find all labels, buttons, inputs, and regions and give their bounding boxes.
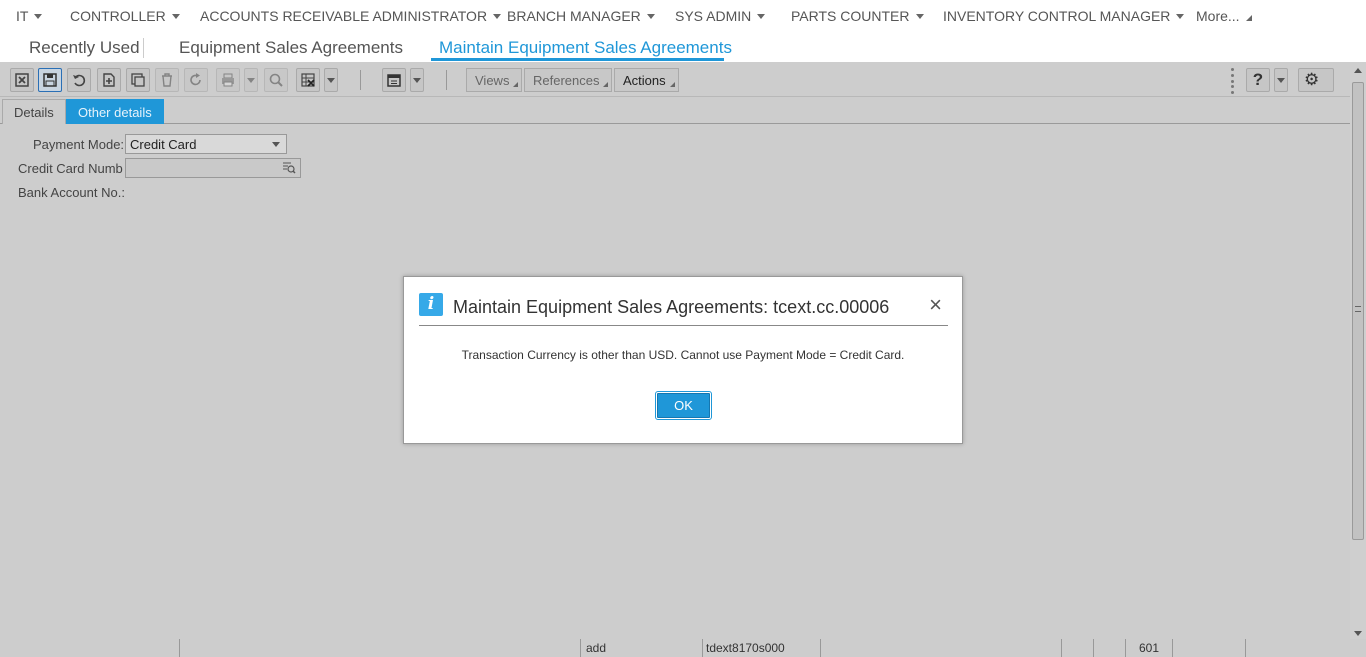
dialog-title: Maintain Equipment Sales Agreements: tce… xyxy=(453,297,890,317)
scroll-up-icon[interactable] xyxy=(1354,68,1362,73)
status-divider xyxy=(702,639,703,657)
actions-menu[interactable]: Actions xyxy=(614,68,679,92)
breadcrumb-separator xyxy=(143,38,144,58)
status-divider xyxy=(820,639,821,657)
find-icon[interactable] xyxy=(264,68,288,92)
duplicate-icon[interactable] xyxy=(126,68,150,92)
dialog-divider xyxy=(419,325,948,326)
toolbar-separator xyxy=(446,70,447,90)
toolbar: Views References Actions ? ⚙ xyxy=(0,62,1350,97)
role-label: IT xyxy=(16,8,29,24)
chevron-down-icon xyxy=(915,13,924,19)
payment-mode-label: Payment Mode: xyxy=(33,137,125,152)
delete-icon[interactable] xyxy=(155,68,179,92)
chevron-down-icon xyxy=(1176,13,1185,19)
bank-account-label: Bank Account No.: xyxy=(18,185,125,200)
settings-icon[interactable]: ⚙ xyxy=(1298,68,1334,92)
role-label: PARTS COUNTER xyxy=(791,8,910,24)
help-dropdown[interactable] xyxy=(1274,68,1288,92)
role-menu-accounts-receivable-administrator[interactable]: ACCOUNTS RECEIVABLE ADMINISTRATOR xyxy=(200,8,502,24)
role-label: CONTROLLER xyxy=(70,8,166,24)
breadcrumb-recently-used[interactable]: Recently Used xyxy=(29,38,140,58)
role-menu-controller[interactable]: CONTROLLER xyxy=(70,8,180,24)
role-menu-bar: IT CONTROLLER ACCOUNTS RECEIVABLE ADMINI… xyxy=(0,0,1366,32)
credit-card-number-label: Credit Card Numb xyxy=(18,161,123,176)
breadcrumb-maintain-equipment-sales-agreements[interactable]: Maintain Equipment Sales Agreements xyxy=(439,38,732,58)
role-label: ACCOUNTS RECEIVABLE ADMINISTRATOR xyxy=(200,8,488,24)
refresh-icon[interactable] xyxy=(184,68,208,92)
role-menu-branch-manager[interactable]: BRANCH MANAGER xyxy=(507,8,655,24)
payment-mode-select[interactable]: Credit Card xyxy=(125,134,287,154)
toolbar-overflow-handle[interactable] xyxy=(1230,68,1234,94)
status-divider xyxy=(580,639,581,657)
scroll-thumb[interactable] xyxy=(1352,82,1364,540)
active-tab-underline xyxy=(431,58,724,61)
dialog-message: Transaction Currency is other than USD. … xyxy=(461,348,905,362)
role-label: BRANCH MANAGER xyxy=(507,8,641,24)
corner-arrow-icon xyxy=(1245,15,1252,21)
undo-icon[interactable] xyxy=(67,68,91,92)
scroll-down-icon[interactable] xyxy=(1354,631,1362,636)
new-record-icon[interactable] xyxy=(97,68,121,92)
payment-mode-value: Credit Card xyxy=(130,137,197,152)
chevron-down-icon xyxy=(272,142,280,147)
role-menu-it[interactable]: IT xyxy=(16,8,43,24)
chevron-down-icon xyxy=(34,13,43,19)
chevron-down-icon xyxy=(757,13,766,19)
role-label: More... xyxy=(1196,8,1240,24)
calendar-dropdown[interactable] xyxy=(410,68,424,92)
toolbar-separator xyxy=(360,70,361,90)
gear-icon: ⚙ xyxy=(1304,70,1320,89)
status-divider xyxy=(179,639,180,657)
tab-details[interactable]: Details xyxy=(2,99,66,124)
help-icon[interactable]: ? xyxy=(1246,68,1270,92)
breadcrumb-equipment-sales-agreements[interactable]: Equipment Sales Agreements xyxy=(179,38,403,58)
status-session: tdext8170s000 xyxy=(706,641,785,655)
credit-card-number-field[interactable] xyxy=(125,158,301,178)
cancel-icon[interactable] xyxy=(10,68,34,92)
chevron-down-icon xyxy=(171,13,180,19)
vertical-scrollbar[interactable] xyxy=(1350,62,1366,640)
save-icon[interactable] xyxy=(38,68,62,92)
references-menu[interactable]: References xyxy=(524,68,613,92)
role-menu-parts-counter[interactable]: PARTS COUNTER xyxy=(791,8,924,24)
info-icon: i xyxy=(419,293,443,316)
status-code: 601 xyxy=(1139,641,1160,655)
chevron-down-icon xyxy=(646,13,655,19)
tab-other-details[interactable]: Other details xyxy=(66,99,164,124)
print-icon[interactable] xyxy=(216,68,240,92)
status-bar: add tdext8170s000 601 xyxy=(0,639,1366,657)
status-divider xyxy=(1061,639,1062,657)
status-divider xyxy=(1172,639,1173,657)
views-menu[interactable]: Views xyxy=(466,68,523,92)
role-label: SYS ADMIN xyxy=(675,8,752,24)
close-icon[interactable]: × xyxy=(929,294,942,316)
print-dropdown[interactable] xyxy=(244,68,258,92)
ok-button[interactable]: OK xyxy=(655,391,712,420)
role-menu-inventory-control-manager[interactable]: INVENTORY CONTROL MANAGER xyxy=(943,8,1185,24)
role-menu-sys-admin[interactable]: SYS ADMIN xyxy=(675,8,766,24)
export-dropdown[interactable] xyxy=(324,68,338,92)
status-mode: add xyxy=(586,641,607,655)
message-dialog: i Maintain Equipment Sales Agreements: t… xyxy=(403,276,963,444)
status-divider xyxy=(1245,639,1246,657)
status-divider xyxy=(1125,639,1126,657)
grip-icon xyxy=(1355,306,1361,312)
export-excel-icon[interactable] xyxy=(296,68,320,92)
role-menu-more[interactable]: More... xyxy=(1196,8,1252,24)
role-label: INVENTORY CONTROL MANAGER xyxy=(943,8,1171,24)
status-divider xyxy=(1093,639,1094,657)
chevron-down-icon xyxy=(493,13,502,19)
detail-tabs: Details Other details xyxy=(0,99,1350,124)
lookup-icon[interactable] xyxy=(282,161,296,175)
calendar-icon[interactable] xyxy=(382,68,406,92)
